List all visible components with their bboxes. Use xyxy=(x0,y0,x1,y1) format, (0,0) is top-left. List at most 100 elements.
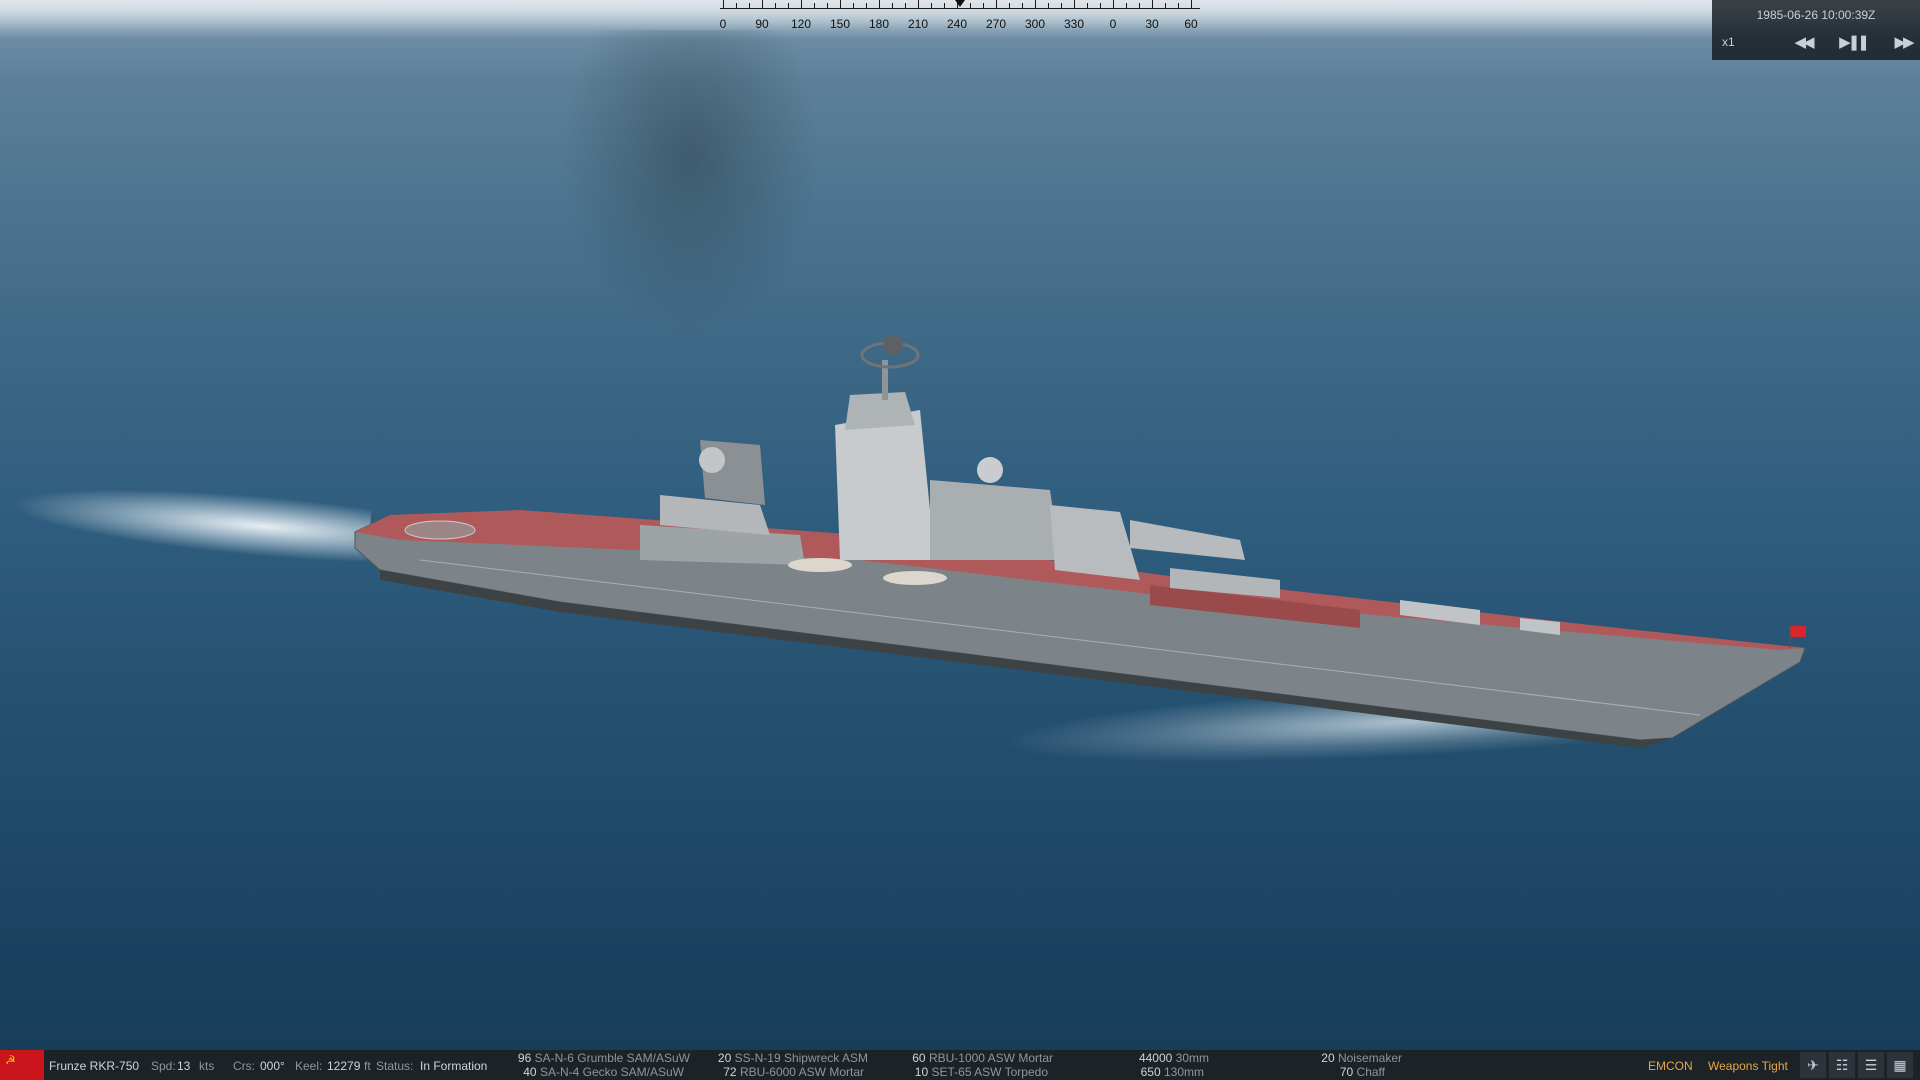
weapon-line: 40 SA-N-4 Gecko SAM/ASuW xyxy=(523,1065,684,1079)
compass-heading-label: 150 xyxy=(829,17,851,31)
fast-forward-button[interactable]: ▶▶ xyxy=(1882,30,1920,54)
compass-heading-label: 300 xyxy=(1024,17,1046,31)
compass-heading-label: 0 xyxy=(1109,17,1117,31)
compass-heading-label: 60 xyxy=(1184,17,1198,31)
aft-radar-dome xyxy=(699,447,725,473)
compass-baseline xyxy=(720,8,1200,9)
compass-minor-tick xyxy=(814,3,815,8)
weapon-name: SS-N-19 Shipwreck ASM xyxy=(734,1051,868,1065)
keel-value: 12279 xyxy=(327,1059,361,1073)
compass-minor-tick xyxy=(970,3,971,8)
unit-name[interactable]: Frunze RKR-750 xyxy=(49,1059,139,1073)
weapons-state-button[interactable]: Weapons Tight xyxy=(1708,1059,1788,1073)
keel-label: Keel: xyxy=(295,1059,323,1073)
rewind-icon: ◀◀ xyxy=(1794,34,1814,51)
compass-minor-tick xyxy=(1165,3,1166,8)
weapon-name: SET-65 ASW Torpedo xyxy=(931,1065,1048,1079)
status-label: Status: xyxy=(376,1059,414,1073)
nation-flag: ☭ xyxy=(0,1050,44,1080)
weapon-line: 650 130mm xyxy=(1141,1065,1204,1079)
weapon-name: 130mm xyxy=(1163,1065,1204,1079)
compass-major-tick xyxy=(723,0,724,8)
compass-major-tick xyxy=(840,0,841,8)
speed-value: 13 xyxy=(177,1059,191,1073)
compass-minor-tick xyxy=(1178,3,1179,8)
hammer-sickle-icon: ☭ xyxy=(5,1053,16,1067)
play-pause-button[interactable]: ▶❚❚ xyxy=(1832,30,1874,54)
compass-major-tick xyxy=(1152,0,1153,8)
weapon-name: Noisemaker xyxy=(1337,1051,1402,1065)
compass-major-tick xyxy=(762,0,763,8)
formation-view-button[interactable]: ☷ xyxy=(1829,1052,1855,1078)
weapon-line: 44000 30mm xyxy=(1139,1051,1209,1065)
compass-minor-tick xyxy=(1061,3,1062,8)
weapon-line: 10 SET-65 ASW Torpedo xyxy=(915,1065,1048,1079)
compass-minor-tick xyxy=(1022,3,1023,8)
compass-minor-tick xyxy=(905,3,906,8)
compass-major-tick xyxy=(1074,0,1075,8)
compass-major-tick xyxy=(918,0,919,8)
grid-view-button[interactable]: ▦ xyxy=(1887,1052,1913,1078)
compass-minor-tick xyxy=(1087,3,1088,8)
compass-minor-tick xyxy=(1048,3,1049,8)
compass-major-tick xyxy=(1113,0,1114,8)
weapon-count: 20 xyxy=(1321,1051,1335,1065)
weapon-line: 20 SS-N-19 Shipwreck ASM xyxy=(718,1051,868,1065)
compass-minor-tick xyxy=(853,3,854,8)
course-label: Crs: xyxy=(233,1059,255,1073)
compass-heading-label: 240 xyxy=(946,17,968,31)
weapon-name: RBU-6000 ASW Mortar xyxy=(739,1065,864,1079)
weapon-name: RBU-1000 ASW Mortar xyxy=(928,1051,1053,1065)
compass-minor-tick xyxy=(775,3,776,8)
weapon-line: 20 Noisemaker xyxy=(1321,1051,1402,1065)
compass-minor-tick xyxy=(1100,3,1101,8)
compass-minor-tick xyxy=(827,3,828,8)
weapon-name: SA-N-6 Grumble SAM/ASuW xyxy=(534,1051,690,1065)
compass-heading-label: 90 xyxy=(755,17,769,31)
weapon-count: 20 xyxy=(717,1051,732,1065)
compass-minor-tick xyxy=(866,3,867,8)
weapon-count: 96 xyxy=(517,1051,532,1065)
speed-label: Spd: xyxy=(151,1059,176,1073)
unit-status-bar: ☭ Frunze RKR-750 Spd: 13 kts Crs: 000° K… xyxy=(0,1050,1920,1080)
compass-minor-tick xyxy=(1126,3,1127,8)
weapon-count: 40 xyxy=(523,1065,537,1079)
weapon-count: 60 xyxy=(912,1051,926,1065)
compass-minor-tick xyxy=(1139,3,1140,8)
forward-superstructure xyxy=(930,480,1060,560)
compass-heading-label: 0 xyxy=(719,17,727,31)
forward-radar-dome xyxy=(977,457,1003,483)
compass-heading-label: 30 xyxy=(1145,17,1159,31)
time-compression-label[interactable]: x1 xyxy=(1722,35,1735,49)
compass-heading-label: 270 xyxy=(985,17,1007,31)
speed-unit: kts xyxy=(199,1059,215,1073)
compass-heading-label: 330 xyxy=(1063,17,1085,31)
weapon-count: 44000 xyxy=(1138,1051,1173,1065)
aircraft-icon: ✈ xyxy=(1807,1056,1819,1073)
compass-heading-label: 180 xyxy=(868,17,890,31)
weapon-count: 72 xyxy=(723,1065,737,1079)
weapon-count: 10 xyxy=(914,1065,929,1079)
fast-forward-icon: ▶▶ xyxy=(1894,34,1914,51)
weapon-name: SA-N-4 Gecko SAM/ASuW xyxy=(539,1065,684,1079)
compass-minor-tick xyxy=(931,3,932,8)
compass-minor-tick xyxy=(1009,3,1010,8)
compass-major-tick xyxy=(1035,0,1036,8)
ocean-scene-view[interactable] xyxy=(0,0,1920,1050)
list-view-button[interactable]: ☰ xyxy=(1858,1052,1884,1078)
formation-icon: ☷ xyxy=(1835,1056,1849,1073)
weapon-line: 70 Chaff xyxy=(1340,1065,1385,1079)
compass-minor-tick xyxy=(983,3,984,8)
heading-pointer-icon xyxy=(955,0,965,7)
weapon-count: 650 xyxy=(1140,1065,1161,1079)
scenario-datetime: 1985-06-26 10:00:39Z xyxy=(1756,8,1876,22)
rewind-button[interactable]: ◀◀ xyxy=(1782,30,1824,54)
weapon-name: 30mm xyxy=(1175,1051,1209,1065)
ship-model[interactable] xyxy=(0,0,1920,1050)
list-icon: ☰ xyxy=(1864,1056,1878,1073)
weapon-line: 72 RBU-6000 ASW Mortar xyxy=(723,1065,864,1079)
course-value: 000° xyxy=(260,1059,285,1073)
emcon-button[interactable]: EMCON xyxy=(1648,1059,1693,1073)
weapon-line: 96 SA-N-6 Grumble SAM/ASuW xyxy=(518,1051,690,1065)
aircraft-view-button[interactable]: ✈ xyxy=(1800,1052,1826,1078)
